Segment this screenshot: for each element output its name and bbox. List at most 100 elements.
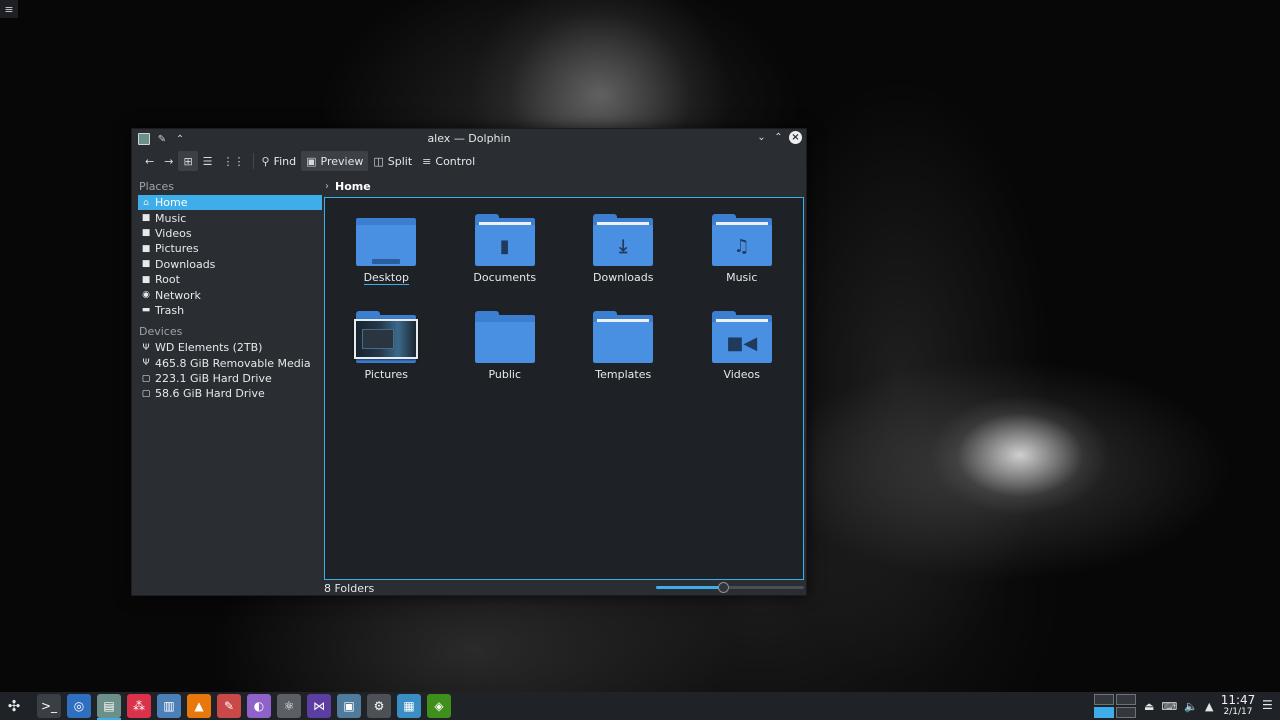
virtual-desktop-pager[interactable]	[1094, 694, 1138, 718]
devices-heading: Devices	[139, 325, 183, 339]
back-button[interactable]: ←	[140, 151, 159, 171]
volume-icon[interactable]: 🔈	[1184, 700, 1198, 713]
folder-item-public[interactable]: Public	[446, 309, 565, 406]
place-pictures[interactable]: ■ Pictures	[138, 241, 322, 256]
place-music[interactable]: ■ Music	[138, 210, 322, 225]
split-icon: ◫	[373, 154, 384, 168]
place-downloads[interactable]: ■ Downloads	[138, 257, 322, 272]
place-label: Pictures	[155, 242, 199, 256]
grid-icon: ⊞	[183, 154, 193, 168]
tray-expand-icon[interactable]: ▲	[1205, 700, 1213, 713]
list-icon: ☰	[202, 154, 213, 168]
usb-icon: Ψ	[142, 358, 150, 369]
taskbar-chrome-icon[interactable]: ◎	[67, 694, 91, 718]
details-view-button[interactable]: ☰	[198, 151, 218, 171]
arrow-left-icon: ←	[145, 154, 155, 168]
place-label: Videos	[155, 226, 192, 240]
icons-view-button[interactable]: ⊞	[178, 151, 198, 171]
find-button[interactable]: ⚲ Find	[257, 151, 302, 171]
image-icon: ▣	[306, 154, 317, 168]
place-network[interactable]: ◉ Network	[138, 287, 322, 302]
desktop-1[interactable]	[1094, 694, 1114, 705]
device-wd-elements[interactable]: Ψ WD Elements (2TB)	[138, 340, 322, 355]
breadcrumb[interactable]: › Home	[325, 179, 371, 193]
folder-icon	[474, 309, 535, 365]
device-notifier-icon[interactable]: ⏏	[1144, 700, 1154, 713]
taskbar-settings-icon[interactable]: ⚙	[367, 694, 391, 718]
task-manager: >_ ◎ ▤ ⁂ ▥ ▲ ✎ ◐ ⚛ ⋈ ▣ ⚙ ▦ ◈	[34, 694, 454, 720]
place-home[interactable]: ⌂ Home	[138, 195, 322, 211]
places-panel: Places ⌂ Home ■ Music ■ Videos ■ Picture…	[138, 179, 322, 402]
network-icon: ◉	[142, 290, 150, 301]
dolphin-window: ✎ ⌃ alex — Dolphin ⌄ ⌃ × ← → ⊞ ☰ ⋮⋮ ⚲ Fi…	[131, 128, 807, 596]
device-label: 58.6 GiB Hard Drive	[155, 387, 265, 401]
taskbar-dolphin-icon[interactable]: ▤	[97, 694, 121, 720]
taskbar-paint-icon[interactable]: ◐	[247, 694, 271, 718]
digital-clock[interactable]: 11:47 2/1/17	[1218, 693, 1258, 718]
window-titlebar[interactable]: ✎ ⌃ alex — Dolphin ⌄ ⌃ ×	[132, 129, 806, 149]
taskbar-screenshot-icon[interactable]: ▣	[337, 694, 361, 718]
maximize-button[interactable]: ⌃	[772, 132, 785, 143]
taskbar-nvidia-icon[interactable]: ◈	[427, 694, 451, 718]
minimize-button[interactable]: ⌄	[755, 132, 768, 143]
device-label: 465.8 GiB Removable Media	[155, 356, 311, 370]
device-hard-drive-223[interactable]: ▢ 223.1 GiB Hard Drive	[138, 371, 322, 386]
compact-view-button[interactable]: ⋮⋮	[218, 151, 250, 171]
folder-label: Public	[488, 368, 522, 381]
taskbar-atom-icon[interactable]: ⚛	[277, 694, 301, 718]
arrow-right-icon: →	[164, 154, 174, 168]
device-hard-drive-58[interactable]: ▢ 58.6 GiB Hard Drive	[138, 386, 322, 401]
folder-icon: ■	[141, 259, 151, 270]
main-toolbar: ← → ⊞ ☰ ⋮⋮ ⚲ Find ▣ Preview ◫ Split ≡ Co…	[132, 149, 806, 173]
folder-downloads-icon: ⤓	[593, 212, 654, 268]
folder-item-videos[interactable]: ■◀ Videos	[683, 309, 802, 406]
network-tray-icon[interactable]: ⌨	[1161, 700, 1177, 713]
close-button[interactable]: ×	[789, 131, 802, 144]
window-title: alex — Dolphin	[427, 132, 511, 145]
taskbar-visual-studio-icon[interactable]: ⋈	[307, 694, 331, 718]
control-button[interactable]: ≡ Control	[417, 151, 480, 171]
pin-icon[interactable]: ✎	[156, 134, 168, 145]
trash-icon: ▬	[141, 305, 151, 316]
keep-above-icon[interactable]: ⌃	[174, 134, 186, 145]
device-label: 223.1 GiB Hard Drive	[155, 372, 272, 386]
taskbar-kdeconnect-icon[interactable]: ⁂	[127, 694, 151, 718]
clock-date: 2/1/17	[1223, 707, 1253, 717]
dolphin-app-icon[interactable]	[138, 133, 150, 145]
taskbar-vlc-icon[interactable]: ▲	[187, 694, 211, 718]
application-launcher-icon[interactable]: ✣	[0, 692, 28, 720]
folder-item-pictures[interactable]: Pictures	[327, 309, 446, 406]
folder-item-documents[interactable]: ▮ Documents	[446, 212, 565, 309]
folder-icon: ■	[141, 213, 151, 224]
toolbar-separator	[252, 153, 254, 169]
zoom-slider[interactable]	[656, 582, 804, 593]
place-trash[interactable]: ▬ Trash	[138, 303, 322, 318]
folder-view[interactable]: Desktop ▮ Documents ⤓ Downloads ♫ Music …	[324, 197, 804, 580]
home-icon: ⌂	[143, 197, 149, 208]
split-button[interactable]: ◫ Split	[368, 151, 417, 171]
device-removable-media[interactable]: Ψ 465.8 GiB Removable Media	[138, 356, 322, 371]
folder-item-templates[interactable]: Templates	[564, 309, 683, 406]
taskbar-terminal-icon[interactable]: >_	[37, 694, 61, 718]
place-label: Root	[155, 273, 180, 287]
desktop-menu-button[interactable]: ≡	[0, 0, 18, 18]
breadcrumb-current[interactable]: Home	[335, 180, 371, 193]
desktop-3[interactable]	[1094, 707, 1114, 718]
place-root[interactable]: ■ Root	[138, 272, 322, 287]
folder-item-music[interactable]: ♫ Music	[683, 212, 802, 309]
folder-item-downloads[interactable]: ⤓ Downloads	[564, 212, 683, 309]
folder-item-desktop[interactable]: Desktop	[327, 212, 446, 309]
forward-button[interactable]: →	[159, 151, 178, 171]
search-icon: ⚲	[261, 154, 270, 168]
chevron-right-icon: ›	[325, 180, 329, 192]
desktop-4[interactable]	[1116, 707, 1136, 718]
taskbar-editor-icon[interactable]: ✎	[217, 694, 241, 718]
desktop-2[interactable]	[1116, 694, 1136, 705]
taskbar-store-icon[interactable]: ▥	[157, 694, 181, 718]
place-videos[interactable]: ■ Videos	[138, 226, 322, 241]
taskbar-media-icon[interactable]: ▦	[397, 694, 421, 718]
place-label: Downloads	[155, 257, 216, 271]
preview-button[interactable]: ▣ Preview	[301, 151, 369, 171]
panel-menu-icon[interactable]: ☰	[1262, 698, 1273, 712]
zoom-slider-handle[interactable]	[717, 582, 729, 593]
